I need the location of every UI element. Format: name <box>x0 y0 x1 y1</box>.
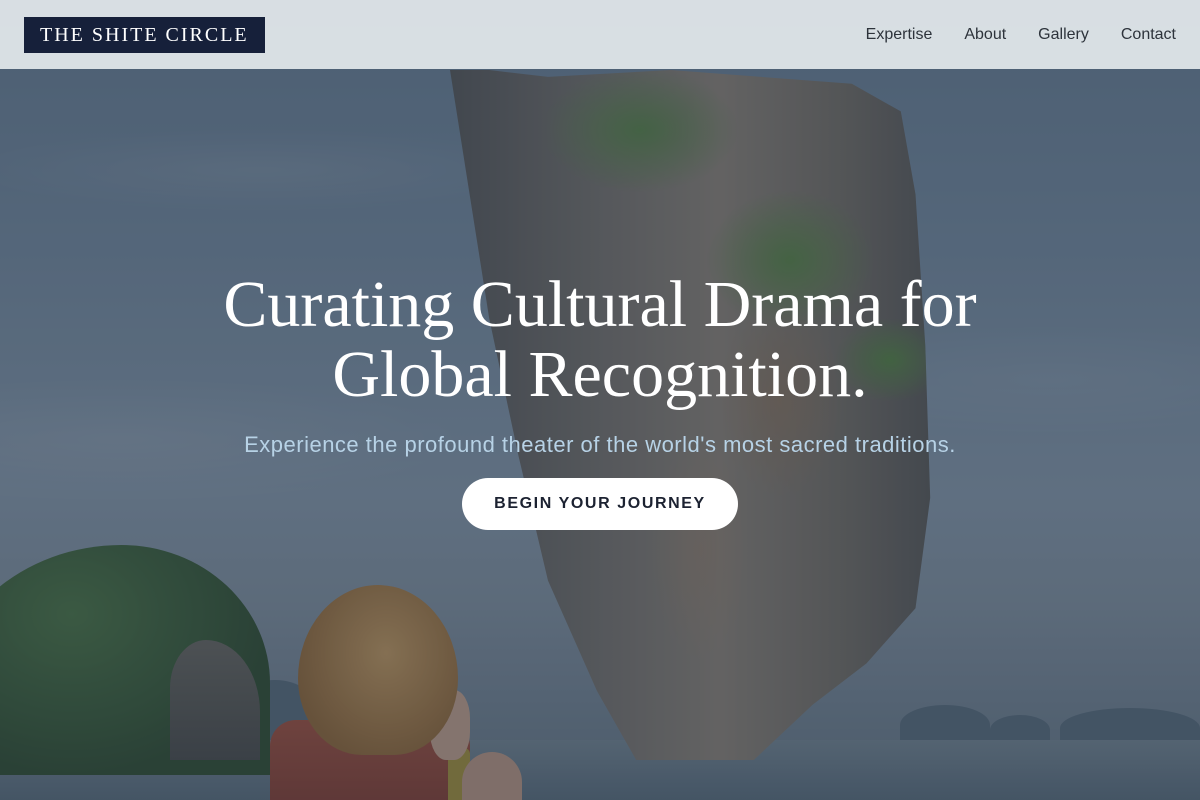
hero-title: Curating Cultural Drama for Global Recog… <box>150 270 1050 410</box>
hero-title-line1: Curating Cultural Drama for <box>223 268 977 341</box>
nav-link-expertise[interactable]: Expertise <box>866 26 933 44</box>
nav-link-contact[interactable]: Contact <box>1121 26 1176 44</box>
site-header: THE SHITE CIRCLE Expertise About Gallery… <box>0 0 1200 69</box>
hero-title-line2: Global Recognition. <box>332 338 868 411</box>
nav-link-about[interactable]: About <box>964 26 1006 44</box>
hero-subtitle: Experience the profound theater of the w… <box>244 432 956 457</box>
begin-journey-button[interactable]: BEGIN YOUR JOURNEY <box>462 478 738 530</box>
hero-section: Curating Cultural Drama for Global Recog… <box>0 270 1200 530</box>
nav-link-gallery[interactable]: Gallery <box>1038 26 1089 44</box>
site-logo[interactable]: THE SHITE CIRCLE <box>24 16 265 53</box>
page: THE SHITE CIRCLE Expertise About Gallery… <box>0 0 1200 800</box>
main-nav: Expertise About Gallery Contact <box>866 26 1176 44</box>
